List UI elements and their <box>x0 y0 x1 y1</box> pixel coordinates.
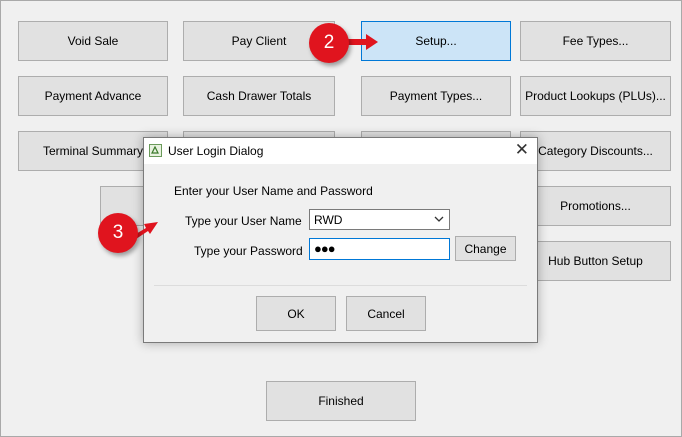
username-value: RWD <box>314 213 343 227</box>
payment-advance-button[interactable]: Payment Advance <box>18 76 168 116</box>
username-select[interactable]: RWD <box>309 209 450 230</box>
cash-drawer-totals-button[interactable]: Cash Drawer Totals <box>183 76 335 116</box>
instruction-text: Enter your User Name and Password <box>174 184 373 198</box>
dialog-separator <box>154 285 527 286</box>
password-label: Type your Password <box>194 244 303 258</box>
finished-button[interactable]: Finished <box>266 381 416 421</box>
hub-button-setup-button[interactable]: Hub Button Setup <box>520 241 671 281</box>
close-icon[interactable]: ✕ <box>515 140 529 160</box>
void-sale-button[interactable]: Void Sale <box>18 21 168 61</box>
product-lookups-button[interactable]: Product Lookups (PLUs)... <box>520 76 671 116</box>
step-2-callout: 2 <box>309 23 349 63</box>
fee-types-button[interactable]: Fee Types... <box>520 21 671 61</box>
cancel-button[interactable]: Cancel <box>346 296 426 331</box>
username-label: Type your User Name <box>185 214 302 228</box>
change-button[interactable]: Change <box>455 236 516 261</box>
ok-button[interactable]: OK <box>256 296 336 331</box>
payment-types-button[interactable]: Payment Types... <box>361 76 511 116</box>
category-discounts-button[interactable]: Category Discounts... <box>520 131 671 171</box>
password-field[interactable]: ●●● <box>309 238 450 260</box>
setup-button[interactable]: Setup... <box>361 21 511 61</box>
dialog-title: User Login Dialog <box>168 144 264 158</box>
callout-arrow-2 <box>344 34 378 50</box>
password-value: ●●● <box>314 241 336 256</box>
dialog-titlebar: User Login Dialog ✕ <box>144 138 537 164</box>
chevron-down-icon <box>434 216 444 222</box>
promotions-button[interactable]: Promotions... <box>520 186 671 226</box>
app-icon <box>149 144 162 157</box>
user-login-dialog: User Login Dialog ✕ Enter your User Name… <box>143 137 538 343</box>
step-3-callout: 3 <box>98 213 138 253</box>
